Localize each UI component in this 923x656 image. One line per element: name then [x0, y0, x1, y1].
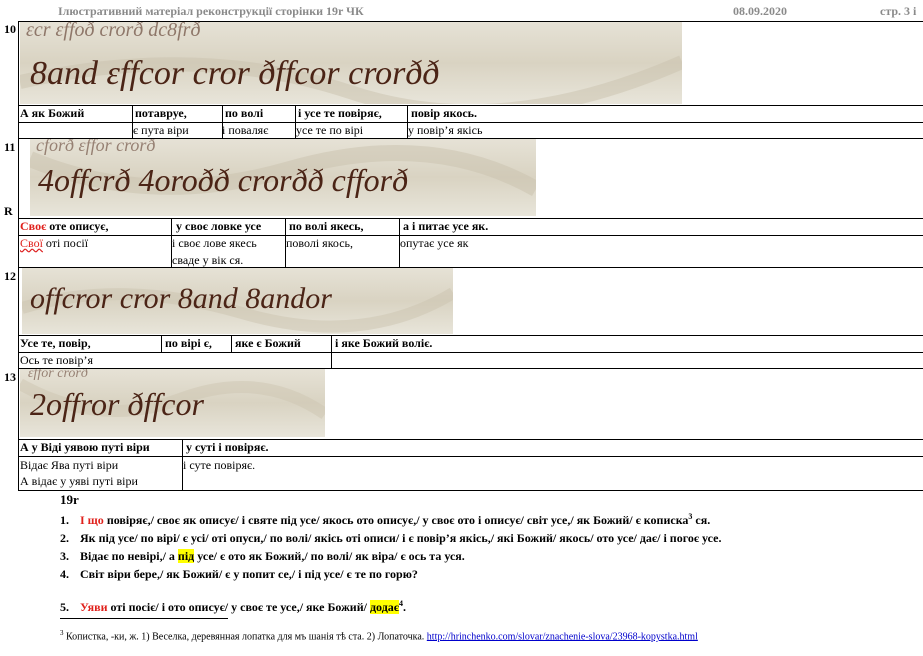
gloss-plain: опутає усе як: [400, 236, 469, 250]
gloss-bold: і усе те повіряє,: [298, 106, 382, 120]
gloss-plain: Відає Ява путі віри: [20, 458, 119, 472]
gloss-bold: Усе те, повір,: [20, 336, 91, 350]
gloss-bold: Своє оте описує,: [20, 219, 109, 233]
gloss-plain: Ось те повір’я: [20, 353, 93, 367]
manuscript-line: 4offcrð 4oroðð crorðð cfforð: [38, 162, 408, 198]
gloss-plain: усе те по вірі: [296, 123, 364, 137]
gloss-bold: по волі: [225, 106, 264, 120]
footnote-separator: [60, 618, 228, 619]
gloss-bold: і яке Божий воліє.: [335, 336, 433, 350]
gloss-plain: і поваляє: [222, 123, 269, 137]
list-item: 4. Світ віри бере,/ як Божий/ є у попит с…: [60, 567, 418, 581]
manuscript-image: ɛffor crorð 2offror ðffcor: [20, 369, 325, 437]
manuscript-image: ɛcr ɛffoð crorð dc8frð 8and ɛffcor cror …: [20, 22, 682, 104]
gloss-bold: по вірі є,: [165, 336, 212, 350]
manuscript-line: 8and ɛffcor cror ðffcor crorðð: [30, 55, 439, 92]
document-header-page: стр. 3 і: [880, 4, 917, 18]
svg-text:cforð ɛffor crorð: cforð ɛffor crorð: [36, 139, 155, 155]
gloss-plain: у повір’я якісь: [408, 123, 483, 137]
gloss-plain: і суте повіряє.: [183, 458, 256, 472]
gloss-bold: у своє ловке усе: [176, 219, 262, 233]
footnote: 3 Копистка, -ки, ж. 1) Веселка, деревянн…: [60, 629, 698, 643]
gloss-plain: поволі якось,: [286, 236, 354, 250]
list-item: 1. І що повіряє,/ своє як описує/ і святе…: [60, 512, 711, 527]
document-header-title: Ілюстративний матеріал реконструкції сто…: [58, 4, 364, 18]
list-item: 3. Відає по невірі,/ а під усе/ є ото як …: [60, 549, 465, 563]
gloss-bold: яке є Божий: [235, 336, 301, 350]
list-item: 5. Уяви оті посіє/ і ото описує/ у своє т…: [60, 599, 406, 614]
manuscript-image: offcror cror 8and 8andor: [22, 268, 453, 334]
manuscript-image: cforð ɛffor crorð 4offcrð 4oroðð crorðð …: [30, 139, 536, 216]
gloss-bold: потавруе,: [135, 106, 187, 120]
numbered-list: 1. І що повіряє,/ своє як описує/ і святе…: [60, 508, 721, 616]
gloss-plain: сваде у вік ся.: [172, 253, 244, 267]
gloss-bold: А як Божий: [20, 106, 85, 120]
svg-text:ɛffor crorð: ɛffor crorð: [28, 369, 88, 381]
manuscript-line: 2offror ðffcor: [30, 386, 204, 422]
row-number: 12: [4, 269, 16, 283]
section-label: 19r: [60, 492, 79, 507]
manuscript-line: offcror cror 8and 8andor: [30, 282, 332, 315]
gloss-plain: А відає у уяві путі віри: [20, 474, 138, 488]
row-number: 13: [4, 370, 16, 384]
table-left-border: [18, 21, 19, 490]
row-number: 11: [4, 140, 16, 154]
svg-text:ɛcr ɛffoð crorð dc8frð: ɛcr ɛffoð crorð dc8frð: [26, 22, 200, 41]
gloss-bold: а і питає усе як.: [403, 219, 489, 233]
footnote-link[interactable]: http://hrinchenko.com/slovar/znachenie-s…: [427, 631, 698, 642]
row-number: 10: [4, 22, 16, 36]
document-header-date: 08.09.2020: [733, 4, 787, 18]
gloss-plain: є пута віри: [133, 123, 189, 137]
gloss-plain: Свої оті посії: [20, 236, 89, 250]
gloss-bold: у суті і повіряє.: [186, 440, 269, 454]
gloss-bold: повір якось.: [411, 106, 478, 120]
gloss-bold: А у Віді уявою путі віри: [20, 440, 150, 454]
row-marker: R: [4, 204, 13, 218]
gloss-plain: і своє лове якесь: [172, 236, 257, 250]
gloss-bold: по волі якесь,: [289, 219, 364, 233]
list-item: 2. Як під усе/ по вірі/ є усі/ оті опуси,…: [60, 531, 722, 545]
